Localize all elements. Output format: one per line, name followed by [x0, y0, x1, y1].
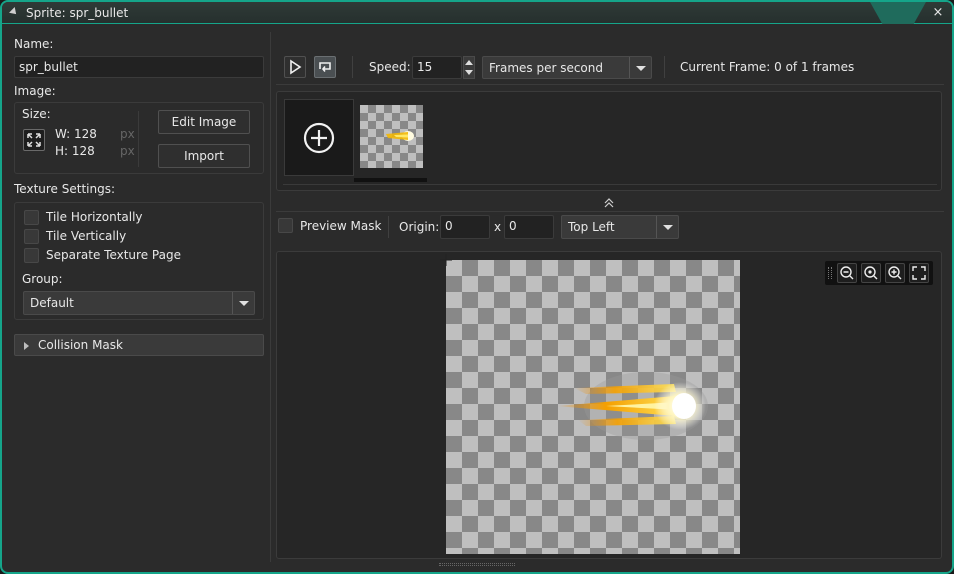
- group-dropdown[interactable]: Default: [23, 291, 255, 315]
- chevron-down-icon: [629, 57, 651, 78]
- zoom-toolbar: [825, 261, 933, 285]
- name-input[interactable]: spr_bullet: [14, 56, 264, 78]
- zoom-out-button[interactable]: [837, 263, 857, 283]
- separate-texture-page-label: Separate Texture Page: [46, 248, 181, 262]
- chevron-down-icon: [656, 216, 678, 238]
- current-frame-label: Current Frame: 0 of 1 frames: [680, 60, 855, 74]
- chevron-down-icon: [232, 292, 254, 314]
- loop-icon: [319, 62, 331, 72]
- play-icon: [290, 59, 302, 75]
- bullet-thumbnail-graphic: [386, 131, 414, 141]
- expand-arrow-icon: [24, 342, 29, 350]
- tile-horizontally-label: Tile Horizontally: [46, 210, 143, 224]
- texture-settings-box: Tile Horizontally Tile Vertically Separa…: [14, 202, 264, 320]
- zoom-reset-button[interactable]: [861, 263, 881, 283]
- toolbar-divider: [352, 56, 353, 78]
- mask-divider: [388, 216, 389, 238]
- add-frame-icon: [303, 122, 335, 154]
- zoom-reset-icon: [864, 266, 878, 280]
- origin-y-input[interactable]: 0: [504, 215, 554, 239]
- loop-button[interactable]: [314, 56, 336, 78]
- group-dropdown-value: Default: [30, 296, 74, 310]
- resize-icon[interactable]: [23, 129, 45, 151]
- collision-mask-label: Collision Mask: [38, 338, 123, 352]
- image-box: Size: W: 128 H: 128 px px Edit Image Imp…: [14, 102, 264, 174]
- speed-label: Speed:: [369, 60, 411, 74]
- frame-selection-bar: [354, 178, 427, 182]
- width-value: W: 128: [55, 127, 97, 141]
- height-value: H: 128: [55, 144, 95, 158]
- texture-settings-label: Texture Settings:: [14, 182, 116, 196]
- title-notch: [870, 2, 926, 24]
- group-label: Group:: [22, 272, 63, 286]
- collapse-triangle-icon[interactable]: [9, 7, 19, 17]
- collision-mask-header[interactable]: Collision Mask: [14, 334, 264, 356]
- origin-x-input[interactable]: 0: [440, 215, 490, 239]
- preview-mask-label: Preview Mask: [300, 219, 382, 233]
- fit-button[interactable]: [909, 263, 929, 283]
- close-icon[interactable]: ×: [930, 5, 946, 21]
- image-label: Image:: [14, 84, 56, 98]
- origin-preset-value: Top Left: [568, 220, 615, 234]
- play-button[interactable]: [284, 56, 306, 78]
- name-label: Name:: [14, 37, 54, 51]
- origin-crosshair-icon[interactable]: [440, 254, 452, 266]
- separate-texture-page-checkbox[interactable]: [24, 248, 39, 263]
- toolbar-divider-2: [664, 56, 665, 78]
- strip-separator: [276, 211, 944, 212]
- tile-horizontally-checkbox[interactable]: [24, 210, 39, 225]
- tile-vertically-checkbox[interactable]: [24, 229, 39, 244]
- add-frame-button[interactable]: [284, 99, 354, 176]
- speed-unit-dropdown[interactable]: Frames per second: [482, 56, 652, 79]
- speed-input[interactable]: 15: [412, 56, 462, 79]
- speed-unit-value: Frames per second: [489, 61, 603, 75]
- collapse-icon[interactable]: [601, 197, 617, 209]
- speed-stepper[interactable]: [463, 56, 475, 79]
- sprite-canvas[interactable]: [446, 260, 740, 554]
- canvas-area[interactable]: [276, 251, 942, 559]
- size-divider: [138, 111, 139, 167]
- height-unit: px: [120, 144, 135, 158]
- import-button[interactable]: Import: [158, 144, 250, 168]
- zoom-out-icon: [840, 266, 854, 280]
- toolbar-separator: [276, 84, 944, 85]
- size-label: Size:: [22, 107, 51, 121]
- stepper-up-icon[interactable]: [465, 60, 473, 65]
- origin-label: Origin:: [399, 220, 440, 234]
- bullet-sprite-graphic: [556, 372, 708, 440]
- width-unit: px: [120, 127, 135, 141]
- window-title: Sprite: spr_bullet: [26, 6, 129, 20]
- preview-mask-checkbox[interactable]: [278, 218, 293, 233]
- title-bar[interactable]: Sprite: spr_bullet ×: [2, 2, 952, 24]
- frame-strip: [276, 91, 942, 191]
- sprite-editor-window: Sprite: spr_bullet × Name: spr_bullet Im…: [0, 0, 954, 574]
- frame-thumbnail[interactable]: [360, 105, 423, 168]
- fit-icon: [912, 266, 926, 280]
- origin-preset-dropdown[interactable]: Top Left: [561, 215, 679, 239]
- origin-x-separator: x: [494, 220, 502, 234]
- stepper-down-icon[interactable]: [465, 70, 473, 75]
- tile-vertically-label: Tile Vertically: [46, 229, 127, 243]
- toolbar-grip-icon[interactable]: [828, 267, 832, 279]
- edit-image-button[interactable]: Edit Image: [158, 110, 250, 134]
- frame-timeline: [283, 184, 937, 185]
- panel-splitter[interactable]: [270, 32, 271, 562]
- resize-grip-icon[interactable]: [439, 563, 515, 566]
- zoom-in-icon: [888, 266, 902, 280]
- zoom-in-button[interactable]: [885, 263, 905, 283]
